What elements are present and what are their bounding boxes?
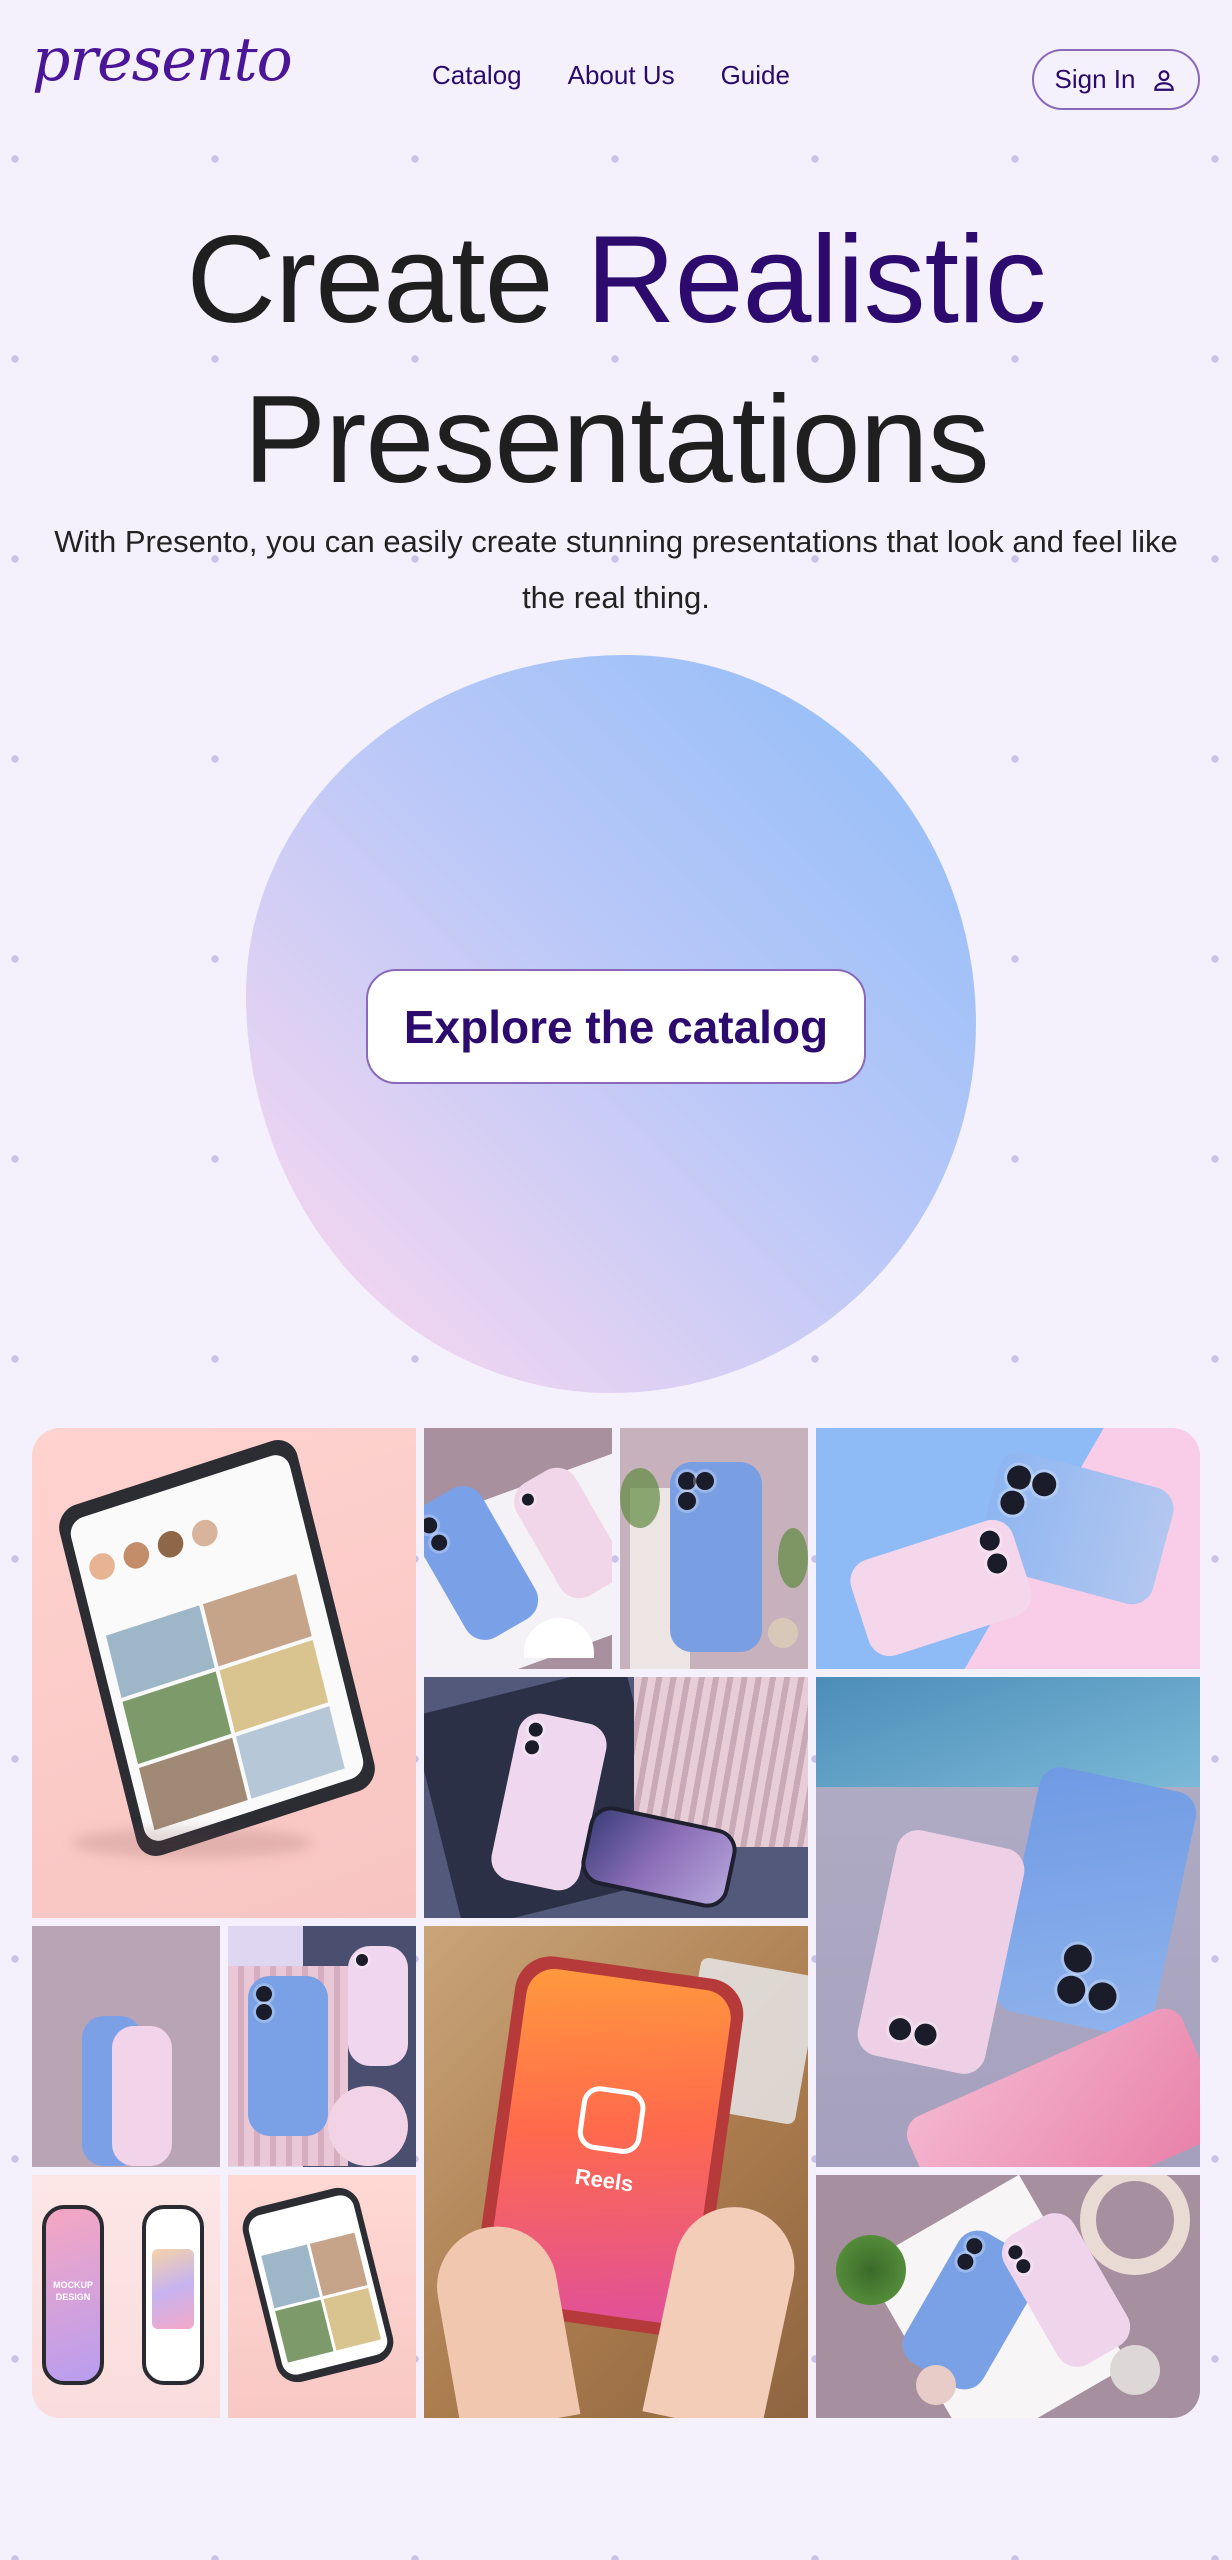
gallery-image-floating-phone[interactable] [32,1428,416,1918]
gallery-image-phones-on-grey[interactable] [816,1677,1200,2167]
nav-catalog[interactable]: Catalog [432,60,522,91]
gallery-image-stacked-phones[interactable] [32,1926,220,2167]
gallery-image-phones-diagonal[interactable] [816,1428,1200,1669]
hero-title: Create Realistic Presentations [0,200,1232,520]
hero-title-line2: Presentations [243,371,989,509]
gallery-image-phones-on-paper[interactable] [424,1428,612,1669]
reels-label: Reels [573,2163,636,2197]
hero-title-accent: Realistic [586,211,1047,349]
gallery-image-phones-wavy[interactable] [228,1926,416,2167]
mockup-gallery: Reels MOCKUP DESIGN [32,1428,1200,2418]
gallery-image-phone-on-notebook[interactable] [424,1677,808,1918]
explore-catalog-button[interactable]: Explore the catalog [366,969,866,1084]
gallery-image-phone-on-stand[interactable] [620,1428,808,1669]
nav-guide[interactable]: Guide [721,60,790,91]
mockup-label: MOCKUP DESIGN [53,2280,93,2302]
sign-in-label: Sign In [1054,64,1136,94]
hero-subtitle: With Presento, you can easily create stu… [54,524,1178,615]
sign-in-button[interactable]: Sign In [1032,49,1200,110]
gallery-image-reels-phone[interactable]: Reels [424,1926,808,2418]
hero-title-part1: Create [186,211,587,349]
gallery-image-mockup-design[interactable]: MOCKUP DESIGN [32,2175,220,2418]
main-nav: Catalog About Us Guide [432,60,790,91]
brand-logo[interactable]: presento [32,30,293,90]
gallery-image-tilted-phone[interactable] [228,2175,416,2418]
gallery-image-flatlay-succulent[interactable] [816,2175,1200,2418]
nav-about-us[interactable]: About Us [568,60,675,91]
user-icon [1154,69,1175,91]
